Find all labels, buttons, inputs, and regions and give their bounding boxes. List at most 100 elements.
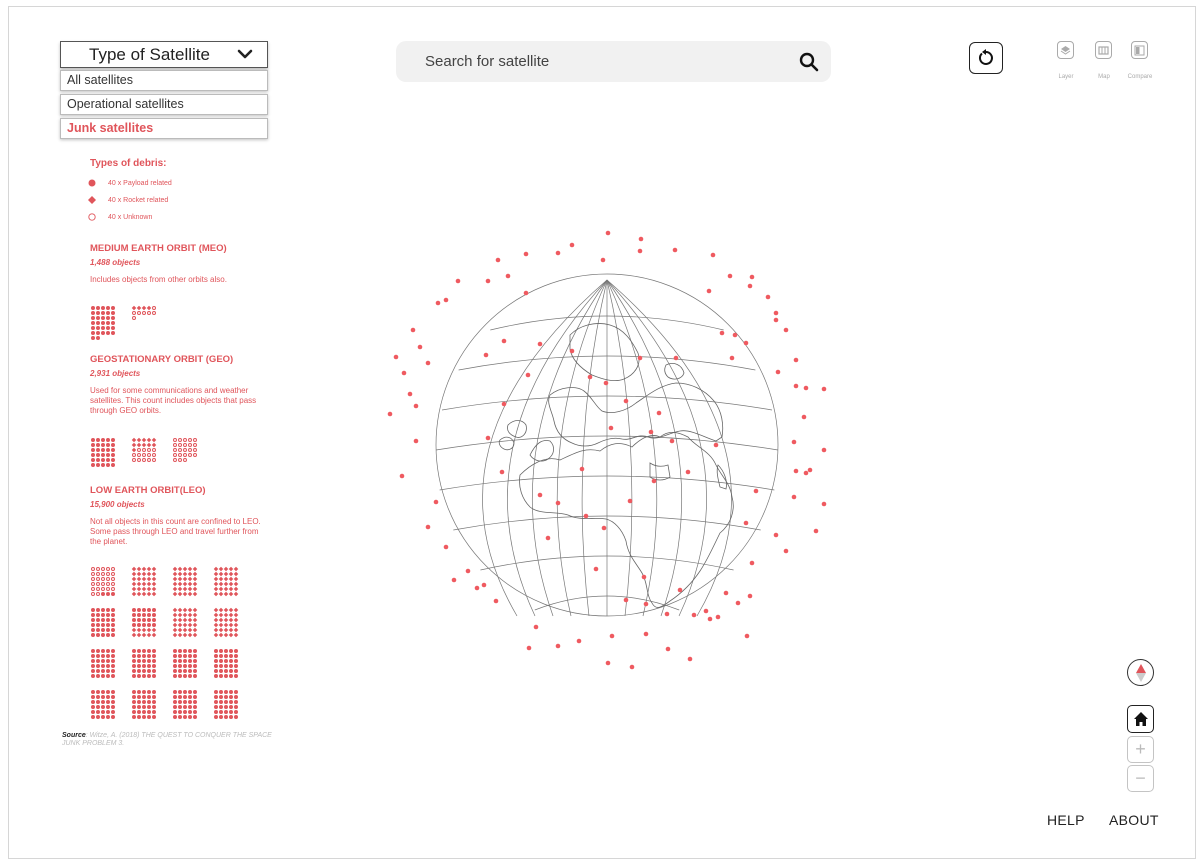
satellite-dot[interactable] — [545, 535, 551, 541]
satellite-dot[interactable] — [555, 500, 561, 506]
satellite-dot[interactable] — [793, 357, 799, 363]
compare-button[interactable] — [1131, 41, 1148, 59]
satellite-dot[interactable] — [481, 582, 487, 588]
satellite-dot[interactable] — [638, 236, 644, 242]
zoom-out-button[interactable]: − — [1127, 765, 1154, 792]
satellite-dot[interactable] — [605, 660, 611, 666]
option-operational-satellites[interactable]: Operational satellites — [60, 94, 268, 115]
satellite-dot[interactable] — [743, 520, 749, 526]
satellite-dot[interactable] — [643, 601, 649, 607]
satellite-dot[interactable] — [685, 469, 691, 475]
satellite-dot[interactable] — [673, 355, 679, 361]
satellite-dot[interactable] — [555, 643, 561, 649]
satellite-dot[interactable] — [425, 360, 431, 366]
satellite-dot[interactable] — [821, 501, 827, 507]
satellite-dot[interactable] — [387, 411, 393, 417]
search-input[interactable]: Search for satellite — [425, 53, 549, 70]
satellite-dot[interactable] — [413, 403, 419, 409]
satellite-dot[interactable] — [707, 616, 713, 622]
satellite-dot[interactable] — [401, 370, 407, 376]
help-link[interactable]: HELP — [1047, 812, 1085, 828]
satellite-dot[interactable] — [393, 354, 399, 360]
satellite-dot[interactable] — [413, 438, 419, 444]
satellite-type-dropdown[interactable]: Type of Satellite — [60, 41, 268, 68]
satellite-dot[interactable] — [465, 568, 471, 574]
satellite-dot[interactable] — [664, 611, 670, 617]
satellite-dot[interactable] — [637, 248, 643, 254]
satellite-dot[interactable] — [749, 560, 755, 566]
satellite-dot[interactable] — [587, 374, 593, 380]
satellite-dot[interactable] — [609, 633, 615, 639]
satellite-dot[interactable] — [600, 257, 606, 263]
zoom-in-button[interactable]: + — [1127, 736, 1154, 763]
satellite-dot[interactable] — [783, 327, 789, 333]
satellite-dot[interactable] — [643, 631, 649, 637]
satellite-dot[interactable] — [537, 341, 543, 347]
satellite-dot[interactable] — [813, 528, 819, 534]
satellite-dot[interactable] — [807, 467, 813, 473]
satellite-dot[interactable] — [603, 380, 609, 386]
satellite-dot[interactable] — [629, 664, 635, 670]
satellite-dot[interactable] — [735, 600, 741, 606]
satellite-dot[interactable] — [723, 590, 729, 596]
satellite-dot[interactable] — [727, 273, 733, 279]
satellite-dot[interactable] — [641, 574, 647, 580]
satellite-dot[interactable] — [583, 513, 589, 519]
satellite-dot[interactable] — [410, 327, 416, 333]
satellite-dot[interactable] — [499, 469, 505, 475]
satellite-dot[interactable] — [601, 525, 607, 531]
satellite-dot[interactable] — [443, 297, 449, 303]
satellite-dot[interactable] — [495, 257, 501, 263]
satellite-dot[interactable] — [399, 473, 405, 479]
satellite-dot[interactable] — [773, 310, 779, 316]
satellite-dot[interactable] — [433, 499, 439, 505]
option-all-satellites[interactable]: All satellites — [60, 70, 268, 91]
satellite-dot[interactable] — [623, 398, 629, 404]
satellite-dot[interactable] — [425, 524, 431, 530]
satellite-dot[interactable] — [687, 656, 693, 662]
satellite-dot[interactable] — [443, 544, 449, 550]
satellite-dot[interactable] — [710, 252, 716, 258]
satellite-dot[interactable] — [569, 242, 575, 248]
satellite-dot[interactable] — [451, 577, 457, 583]
satellite-dot[interactable] — [637, 355, 643, 361]
satellite-dot[interactable] — [648, 429, 654, 435]
search-icon[interactable] — [799, 52, 819, 72]
satellite-dot[interactable] — [605, 230, 611, 236]
satellite-dot[interactable] — [417, 344, 423, 350]
satellite-dot[interactable] — [749, 274, 755, 280]
satellite-dot[interactable] — [775, 369, 781, 375]
satellite-dot[interactable] — [526, 645, 532, 651]
layer-button[interactable] — [1057, 41, 1074, 59]
satellite-dot[interactable] — [501, 338, 507, 344]
satellite-dot[interactable] — [537, 492, 543, 498]
satellite-dot[interactable] — [715, 614, 721, 620]
satellite-dot[interactable] — [821, 447, 827, 453]
satellite-dot[interactable] — [783, 548, 789, 554]
satellite-dot[interactable] — [593, 566, 599, 572]
satellite-dot[interactable] — [525, 372, 531, 378]
satellite-dot[interactable] — [485, 278, 491, 284]
satellite-dot[interactable] — [576, 638, 582, 644]
map-button[interactable] — [1095, 41, 1112, 59]
satellite-dot[interactable] — [483, 352, 489, 358]
satellite-dot[interactable] — [627, 498, 633, 504]
satellite-dot[interactable] — [703, 608, 709, 614]
satellite-dot[interactable] — [665, 646, 671, 652]
satellite-dot[interactable] — [523, 290, 529, 296]
satellite-dot[interactable] — [803, 470, 809, 476]
satellite-dot[interactable] — [743, 340, 749, 346]
satellite-dot[interactable] — [579, 466, 585, 472]
satellite-dot[interactable] — [801, 414, 807, 420]
satellite-dot[interactable] — [555, 250, 561, 256]
satellite-dot[interactable] — [821, 386, 827, 392]
satellite-dot[interactable] — [651, 478, 657, 484]
satellite-dot[interactable] — [719, 330, 725, 336]
home-button[interactable] — [1127, 705, 1154, 733]
satellite-dot[interactable] — [773, 532, 779, 538]
satellite-dot[interactable] — [691, 612, 697, 618]
satellite-dot[interactable] — [407, 391, 413, 397]
satellite-dot[interactable] — [656, 410, 662, 416]
satellite-dot[interactable] — [747, 593, 753, 599]
satellite-dot[interactable] — [793, 383, 799, 389]
